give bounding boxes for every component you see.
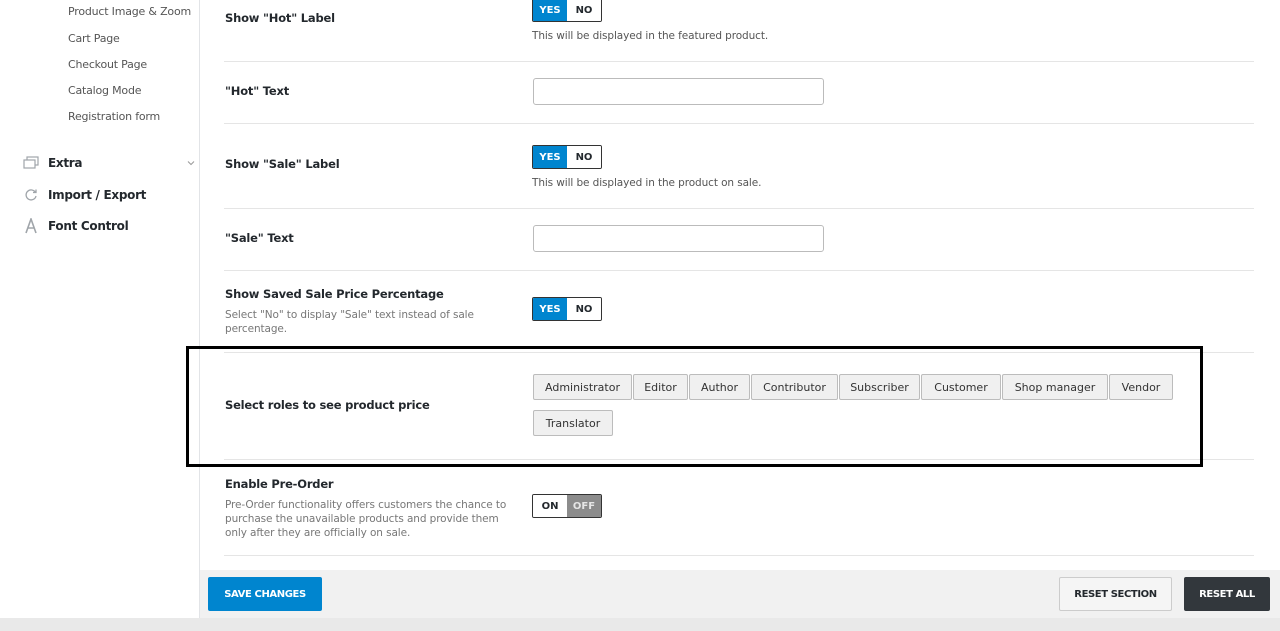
sidebar-item-cart-page[interactable]: Cart Page (68, 32, 120, 45)
setting-title: Show "Hot" Label (225, 11, 335, 25)
refresh-icon (22, 187, 40, 203)
save-changes-button[interactable]: SAVE CHANGES (208, 577, 322, 611)
sidebar-item-label: Extra (48, 156, 83, 170)
sidebar-item-product-image-zoom[interactable]: Product Image & Zoom (68, 5, 191, 18)
setting-hint: This will be displayed in the featured p… (532, 30, 769, 42)
setting-title: "Hot" Text (225, 84, 290, 98)
setting-description: Pre-Order functionality offers customers… (225, 499, 507, 539)
saved-percentage-toggle[interactable]: YES NO (532, 297, 602, 321)
toggle-no[interactable]: NO (567, 0, 601, 21)
sidebar-item-extra[interactable]: Extra (22, 154, 83, 172)
toggle-no[interactable]: NO (567, 298, 601, 320)
chevron-down-icon[interactable] (187, 159, 195, 167)
highlight-box (186, 346, 1203, 467)
bottom-strip (0, 618, 1280, 631)
sidebar-item-font-control[interactable]: Font Control (22, 217, 129, 235)
setting-row-saved-percentage: Show Saved Sale Price Percentage Select … (224, 271, 1254, 353)
setting-row-hot-label: Show "Hot" Label YES NO This will be dis… (224, 0, 1254, 62)
settings-panel: Show "Hot" Label YES NO This will be dis… (200, 0, 1280, 570)
toggle-no[interactable]: NO (567, 146, 601, 168)
setting-title: "Sale" Text (225, 231, 294, 245)
toggle-off[interactable]: OFF (567, 495, 601, 517)
reset-section-button[interactable]: RESET SECTION (1059, 577, 1172, 611)
setting-title: Enable Pre-Order (225, 477, 334, 491)
setting-title: Show "Sale" Label (225, 157, 340, 171)
setting-row-hot-text: "Hot" Text (224, 62, 1254, 124)
sidebar-item-checkout-page[interactable]: Checkout Page (68, 58, 147, 71)
toggle-on[interactable]: ON (533, 495, 567, 517)
sidebar-item-label: Font Control (48, 219, 129, 233)
hot-label-toggle[interactable]: YES NO (532, 0, 602, 22)
sale-text-input[interactable] (533, 225, 824, 252)
reset-all-button[interactable]: RESET ALL (1184, 577, 1270, 611)
stack-icon (22, 155, 40, 171)
pre-order-toggle[interactable]: ON OFF (532, 494, 602, 518)
hot-text-input[interactable] (533, 78, 824, 105)
setting-description: Select "No" to display "Sale" text inste… (225, 309, 474, 335)
setting-row-sale-text: "Sale" Text (224, 209, 1254, 271)
footer-action-bar: SAVE CHANGES RESET SECTION RESET ALL (200, 570, 1280, 618)
toggle-yes[interactable]: YES (533, 0, 567, 21)
toggle-yes[interactable]: YES (533, 298, 567, 320)
setting-hint: This will be displayed in the product on… (532, 177, 762, 189)
sidebar-item-label: Import / Export (48, 188, 147, 202)
sale-label-toggle[interactable]: YES NO (532, 145, 602, 169)
sidebar-item-import-export[interactable]: Import / Export (22, 186, 146, 204)
setting-row-pre-order: Enable Pre-Order Pre-Order functionality… (224, 460, 1254, 556)
options-sidebar: Product Image & Zoom Cart Page Checkout … (0, 0, 200, 631)
font-icon (22, 218, 40, 234)
setting-row-sale-label: Show "Sale" Label YES NO This will be di… (224, 124, 1254, 209)
sidebar-item-registration-form[interactable]: Registration form (68, 110, 160, 123)
toggle-yes[interactable]: YES (533, 146, 567, 168)
sidebar-item-catalog-mode[interactable]: Catalog Mode (68, 84, 142, 97)
setting-title: Show Saved Sale Price Percentage (225, 287, 444, 301)
